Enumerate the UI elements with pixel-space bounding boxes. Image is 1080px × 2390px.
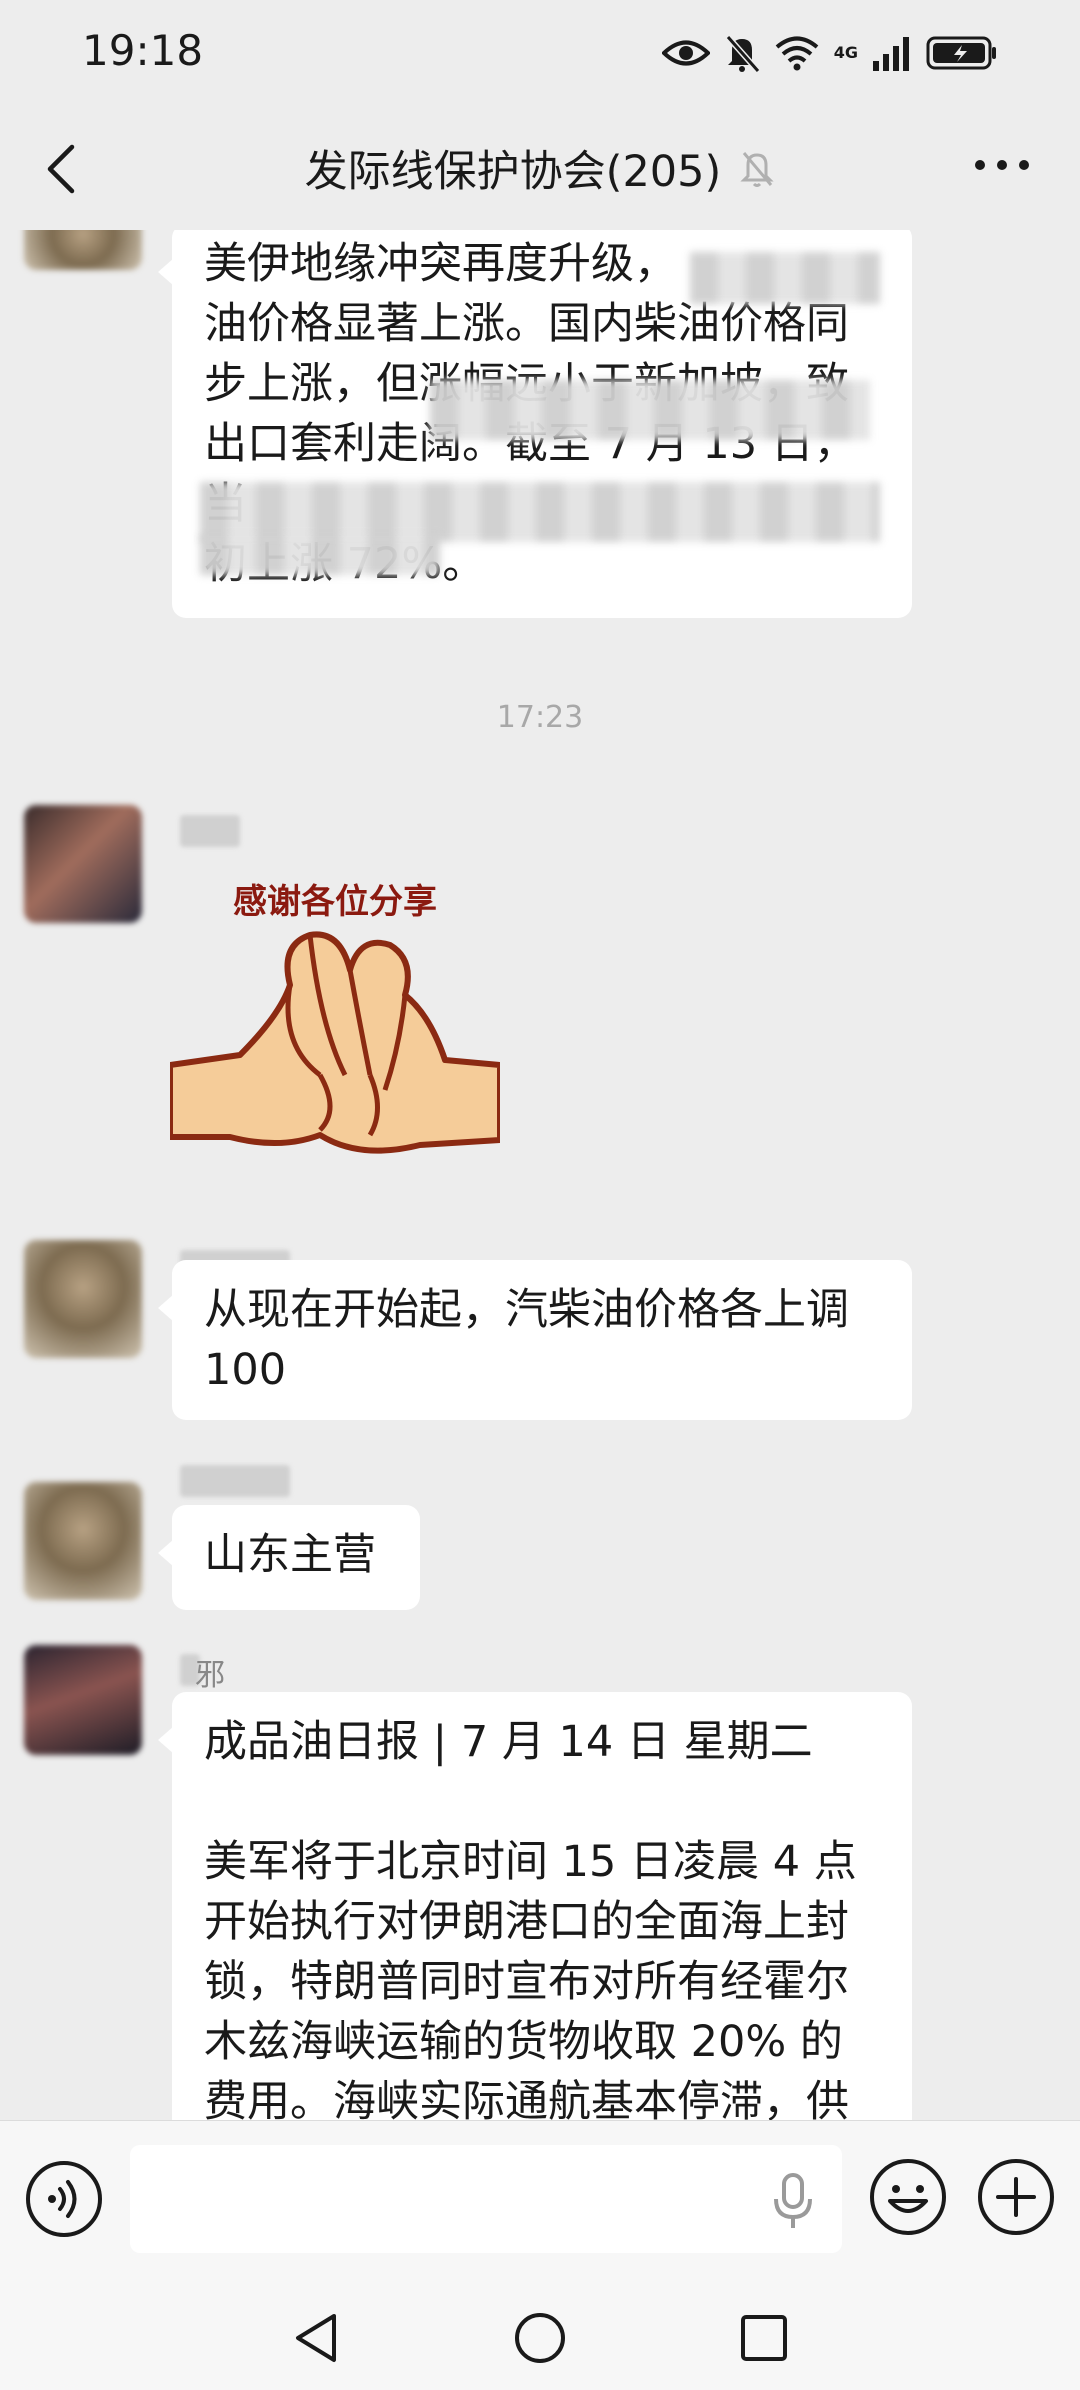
ellipsis-icon[interactable] [974,155,1030,175]
square-recents-icon[interactable] [738,2312,790,2364]
message-line: 从现在开始起，汽柴油价格各上调 [204,1285,849,1335]
redacted-block [430,380,870,440]
sticker-text: 感谢各位分享 [233,882,437,922]
redacted-block [690,252,880,304]
avatar[interactable] [24,805,142,923]
chat-header: 发际线保护协会(205) [0,105,1080,230]
status-time: 19:18 [82,26,204,75]
emoji-icon[interactable] [868,2157,948,2237]
sender-name-redacted [180,815,240,847]
plus-icon[interactable] [976,2157,1056,2237]
message-line: 锁，特朗普同时宣布对所有经霍尔 [204,1957,849,2007]
triangle-back-icon[interactable] [290,2310,342,2366]
message-list[interactable]: 美伊地缘冲突再度升级， 油价格显著上涨。国内柴油价格同 步上涨，但涨幅远小于新加… [0,230,1080,2120]
message-bubble[interactable]: 从现在开始起，汽柴油价格各上调 100 [158,1260,912,1420]
bell-muted-icon [725,35,760,73]
status-bar: 19:18 4G [0,0,1080,105]
system-navigation-bar [0,2280,1080,2390]
eye-icon [661,40,710,66]
message-line: 山东主营 [204,1530,376,1580]
message-line [204,1772,880,1832]
message-line: 开始执行对伊朗港口的全面海上封 [204,1897,849,1947]
battery-icon [926,36,996,70]
network-type: 4G [834,45,858,61]
muted-bell-icon [740,152,774,187]
redacted-block [200,482,880,542]
message-line: 100 [204,1345,287,1395]
message-line: 木兹海峡运输的货物收取 20% 的 [204,2017,843,2067]
message-timestamp: 17:23 [496,700,584,735]
avatar[interactable] [24,230,142,270]
input-bar [0,2120,1080,2280]
network-label: 4G [833,43,858,62]
status-icons: 4G [661,28,998,78]
sender-name: 邪 [195,1658,225,1693]
sender-name-redacted [180,1465,290,1497]
message-line: 成品油日报 | 7 月 14 日 星期二 [204,1717,813,1767]
message-bubble[interactable]: 山东主营 [158,1505,420,1610]
voice-icon[interactable] [24,2159,104,2239]
avatar[interactable] [24,1240,142,1358]
redacted-block [200,535,440,575]
signal-icon [873,37,909,71]
message-bubble[interactable]: 成品油日报 | 7 月 14 日 星期二 美军将于北京时间 15 日凌晨 4 点… [158,1692,912,2120]
chat-title: 发际线保护协会(205) [304,147,722,197]
wifi-icon [775,36,819,71]
message-input[interactable] [130,2145,842,2253]
avatar[interactable] [24,1482,142,1600]
sticker-image[interactable]: 感谢各位分享 [170,875,500,1185]
avatar[interactable] [24,1645,142,1755]
microphone-icon[interactable] [770,2171,816,2231]
chat-title-container: 发际线保护协会(205) [0,137,1080,199]
message-line: 费用。海峡实际通航基本停滞，供 [204,2077,849,2120]
message-line: 美军将于北京时间 15 日凌晨 4 点 [204,1837,857,1887]
circle-home-icon[interactable] [512,2310,568,2366]
